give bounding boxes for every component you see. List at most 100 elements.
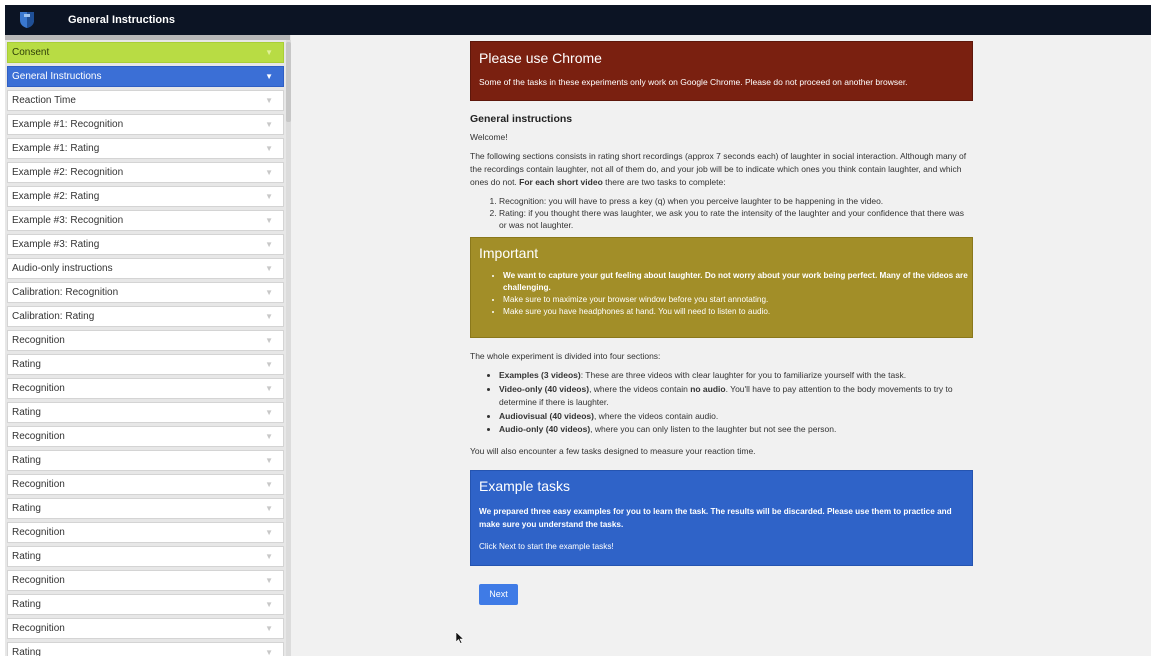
intro-text-2: there are two tasks to complete:: [602, 177, 726, 187]
sidebar-item-recognition[interactable]: Recognition ▼: [7, 522, 284, 543]
chrome-warning-panel: Please use Chrome Some of the tasks in t…: [470, 41, 973, 101]
sidebar-item-recognition[interactable]: Recognition ▼: [7, 426, 284, 447]
top-bar: General Instructions: [5, 5, 1151, 35]
sidebar-item-example-1-recognition[interactable]: Example #1: Recognition ▼: [7, 114, 284, 135]
experiment-sections-list: Examples (3 videos): These are three vid…: [470, 369, 973, 437]
chevron-down-icon[interactable]: ▼: [265, 235, 273, 254]
section-examples: Examples (3 videos): These are three vid…: [499, 369, 973, 383]
chevron-down-icon[interactable]: ▼: [265, 571, 273, 590]
intro-bold: For each short video: [519, 177, 603, 187]
sidebar-item-recognition[interactable]: Recognition ▼: [7, 378, 284, 399]
sidebar-item-rating[interactable]: Rating ▼: [7, 642, 284, 656]
chevron-down-icon[interactable]: ▼: [265, 379, 273, 398]
welcome-text: Welcome!: [470, 132, 508, 142]
section-examples-text: : These are three videos with clear laug…: [580, 370, 907, 380]
section-audio-only-title: Audio-only (40 videos): [499, 424, 591, 434]
chevron-down-icon[interactable]: ▼: [265, 403, 273, 422]
section-audiovisual: Audiovisual (40 videos), where the video…: [499, 410, 973, 424]
sidebar-item-reaction-time[interactable]: Reaction Time ▼: [7, 90, 284, 111]
sidebar-item-calibration-recognition[interactable]: Calibration: Recognition ▼: [7, 282, 284, 303]
chevron-down-icon[interactable]: ▼: [265, 427, 273, 446]
sidebar-item-label: Example #1: Rating: [12, 143, 100, 154]
sidebar-item-label: Rating: [12, 359, 41, 370]
sidebar-item-calibration-rating[interactable]: Calibration: Rating ▼: [7, 306, 284, 327]
chevron-down-icon[interactable]: ▼: [265, 187, 273, 206]
chevron-down-icon[interactable]: ▼: [265, 283, 273, 302]
next-button[interactable]: Next: [479, 583, 518, 605]
sidebar-item-consent[interactable]: Consent ▼: [7, 42, 284, 63]
sidebar-item-rating[interactable]: Rating ▼: [7, 498, 284, 519]
example-tasks-panel: Example tasks We prepared three easy exa…: [470, 469, 973, 566]
sidebar-top-track: [5, 35, 290, 40]
reaction-time-note: You will also encounter a few tasks desi…: [470, 445, 756, 456]
sidebar-item-rating[interactable]: Rating ▼: [7, 594, 284, 615]
section-audiovisual-title: Audiovisual (40 videos): [499, 410, 594, 421]
section-audio-only-text: , where you can only listen to the laugh…: [590, 424, 837, 434]
section-examples-title: Examples (3 videos): [499, 370, 581, 380]
chevron-down-icon[interactable]: ▼: [265, 67, 273, 86]
section-audiovisual-text: , where the videos contain audio.: [593, 410, 719, 421]
main-content: Please use Chrome Some of the tasks in t…: [291, 35, 1151, 656]
sidebar-item-example-3-recognition[interactable]: Example #3: Recognition ▼: [7, 210, 284, 231]
task-steps-list: Recognition: you will have to press a ke…: [470, 195, 973, 231]
sidebar-item-example-2-rating[interactable]: Example #2: Rating ▼: [7, 186, 284, 207]
chevron-down-icon[interactable]: ▼: [265, 139, 273, 158]
sidebar-item-label: Recognition: [12, 575, 65, 586]
mouse-cursor-icon: [456, 632, 464, 644]
task-step-recognition: Recognition: you will have to press a ke…: [499, 195, 973, 207]
sidebar-item-label: Rating: [12, 407, 41, 418]
sidebar-item-label: Example #1: Recognition: [12, 119, 124, 130]
important-item-maximize: Make sure to maximize your browser windo…: [503, 294, 972, 306]
sidebar-item-audio-only-instructions[interactable]: Audio-only instructions ▼: [7, 258, 284, 279]
task-step-rating: Rating: if you thought there was laughte…: [499, 207, 973, 231]
experiment-intro: The whole experiment is divided into fou…: [470, 351, 661, 361]
sidebar-item-label: Calibration: Recognition: [12, 287, 119, 298]
chevron-down-icon[interactable]: ▼: [265, 355, 273, 374]
example-tasks-body: We prepared three easy examples for you …: [471, 497, 972, 553]
sidebar-item-label: Audio-only instructions: [12, 263, 113, 274]
sidebar-item-recognition[interactable]: Recognition ▼: [7, 618, 284, 639]
chevron-down-icon[interactable]: ▼: [265, 91, 273, 110]
page-title: General Instructions: [68, 14, 175, 26]
sidebar-item-rating[interactable]: Rating ▼: [7, 546, 284, 567]
section-video-only-text-a: , where the videos contain: [589, 383, 691, 394]
sidebar-item-label: Example #2: Rating: [12, 191, 100, 202]
instructions-content: Please use Chrome Some of the tasks in t…: [470, 41, 973, 606]
chevron-down-icon[interactable]: ▼: [265, 331, 273, 350]
sidebar-item-label: Rating: [12, 647, 41, 656]
sidebar-item-example-2-recognition[interactable]: Example #2: Recognition ▼: [7, 162, 284, 183]
sidebar-item-label: Calibration: Rating: [12, 311, 95, 322]
chevron-down-icon[interactable]: ▼: [265, 211, 273, 230]
important-list: We want to capture your gut feeling abou…: [471, 270, 972, 318]
sidebar-item-label: Reaction Time: [12, 95, 76, 106]
sidebar-item-example-3-rating[interactable]: Example #3: Rating ▼: [7, 234, 284, 255]
chevron-down-icon[interactable]: ▼: [265, 619, 273, 638]
chevron-down-icon[interactable]: ▼: [265, 475, 273, 494]
chevron-down-icon[interactable]: ▼: [265, 163, 273, 182]
chrome-warning-title: Please use Chrome: [479, 50, 602, 66]
example-tasks-title: Example tasks: [479, 477, 571, 494]
chevron-down-icon[interactable]: ▼: [265, 547, 273, 566]
sidebar-item-general-instructions[interactable]: General Instructions ▼: [7, 66, 284, 87]
chevron-down-icon[interactable]: ▼: [265, 115, 273, 134]
chevron-down-icon[interactable]: ▼: [265, 43, 273, 62]
sidebar-item-rating[interactable]: Rating ▼: [7, 450, 284, 471]
intro-paragraph: The following sections consists in ratin…: [470, 150, 973, 189]
important-item-gut-feeling: We want to capture your gut feeling abou…: [503, 270, 972, 294]
sidebar-item-recognition[interactable]: Recognition ▼: [7, 474, 284, 495]
chevron-down-icon[interactable]: ▼: [265, 307, 273, 326]
sidebar-item-rating[interactable]: Rating ▼: [7, 402, 284, 423]
example-tasks-click-next: Click Next to start the example tasks!: [479, 541, 614, 551]
chevron-down-icon[interactable]: ▼: [265, 643, 273, 656]
chevron-down-icon[interactable]: ▼: [265, 595, 273, 614]
chevron-down-icon[interactable]: ▼: [265, 259, 273, 278]
chevron-down-icon[interactable]: ▼: [265, 523, 273, 542]
sidebar-item-example-1-rating[interactable]: Example #1: Rating ▼: [7, 138, 284, 159]
chevron-down-icon[interactable]: ▼: [265, 499, 273, 518]
example-tasks-description: We prepared three easy examples for you …: [479, 506, 952, 529]
sidebar-item-rating[interactable]: Rating ▼: [7, 354, 284, 375]
sidebar-item-recognition[interactable]: Recognition ▼: [7, 330, 284, 351]
sidebar-item-recognition[interactable]: Recognition ▼: [7, 570, 284, 591]
chevron-down-icon[interactable]: ▼: [265, 451, 273, 470]
section-video-only: Video-only (40 videos), where the videos…: [499, 383, 973, 410]
